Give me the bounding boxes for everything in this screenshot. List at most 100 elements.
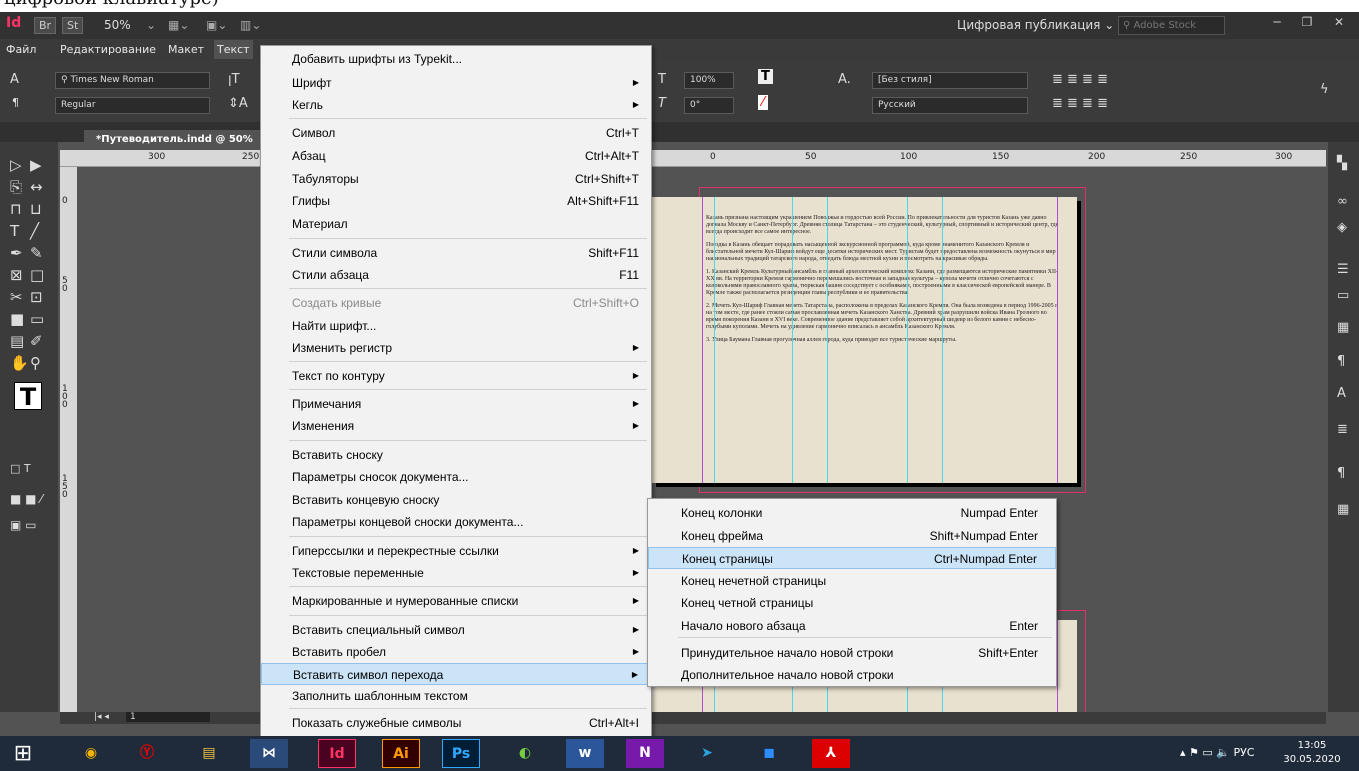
- bridge-button[interactable]: Br: [34, 17, 57, 34]
- paragraph-style-field[interactable]: [Без стиля]: [872, 72, 1028, 89]
- gradient-feather-tool-icon[interactable]: ▭: [30, 310, 44, 328]
- paragraph-mode-icon[interactable]: ¶: [12, 96, 19, 109]
- start-icon[interactable]: ⊞: [4, 739, 42, 768]
- arrange-documents-icon[interactable]: ▥⌄: [240, 18, 261, 32]
- submenu-item[interactable]: Конец фрейма Shift+Numpad Enter: [648, 525, 1056, 547]
- menu-item[interactable]: Абзац Ctrl+Alt+T: [261, 145, 651, 167]
- character-mode-icon[interactable]: A: [10, 72, 19, 87]
- menu-item[interactable]: Табуляторы Ctrl+Shift+T: [261, 168, 651, 190]
- menu-item[interactable]: Стили символа Shift+F11: [261, 242, 651, 264]
- photos-icon[interactable]: ◐: [506, 739, 544, 768]
- text-frame[interactable]: Казань признана настоящим украшением Пов…: [706, 215, 1061, 350]
- menu-item[interactable]: Параметры концевой сноски документа...: [261, 511, 651, 533]
- font-family-field[interactable]: ⚲ Times New Roman: [55, 72, 210, 89]
- menu-item[interactable]: Показать служебные символы Ctrl+Alt+I: [261, 712, 651, 734]
- close-icon[interactable]: ✕: [1324, 12, 1354, 32]
- menu-item[interactable]: Текст по контуру ▶: [261, 365, 651, 387]
- skew-field[interactable]: 0°: [684, 97, 734, 114]
- menu-item[interactable]: Вставить специальный символ ▶: [261, 619, 651, 641]
- note-tool-icon[interactable]: ▤: [10, 332, 24, 350]
- menu-item[interactable]: Текстовые переменные ▶: [261, 562, 651, 584]
- first-page-icon[interactable]: |◂ ◂: [94, 712, 109, 722]
- menu-edit[interactable]: Редактирование: [60, 43, 156, 56]
- menu-layout[interactable]: Макет: [168, 43, 204, 56]
- workspace-switcher[interactable]: Цифровая публикация ⌄: [957, 18, 1114, 32]
- content-collector-icon[interactable]: ⊓: [10, 200, 22, 218]
- horizontal-scrollbar[interactable]: |◂ ◂ 1: [60, 712, 1326, 724]
- submenu-item[interactable]: Конец колонки Numpad Enter: [648, 502, 1056, 524]
- text-wrap-icon[interactable]: ≣: [1337, 422, 1348, 437]
- stroke-none-icon[interactable]: ⁄: [758, 95, 769, 110]
- formatting-affects-icon[interactable]: □ T: [10, 462, 31, 475]
- photoshop-taskbar-icon[interactable]: Ps: [442, 739, 480, 768]
- screen-mode-icon[interactable]: ▣⌄: [206, 18, 227, 32]
- clock[interactable]: 13:05 30.05.2020: [1283, 739, 1341, 767]
- menu-item[interactable]: Вставить сноску: [261, 444, 651, 466]
- page-tool-icon[interactable]: ⎘: [10, 178, 22, 196]
- page-number-field[interactable]: 1: [126, 712, 210, 722]
- menu-item[interactable]: Кегль ▶: [261, 94, 651, 116]
- menu-type[interactable]: Текст: [214, 40, 253, 59]
- menu-item[interactable]: Найти шрифт...: [261, 315, 651, 337]
- menu-item[interactable]: Глифы Alt+Shift+F11: [261, 190, 651, 212]
- gradient-swatch-tool-icon[interactable]: ■: [10, 310, 24, 328]
- links-panel-icon[interactable]: ∞: [1337, 194, 1348, 209]
- chrome-icon[interactable]: ◉: [72, 739, 110, 768]
- content-placer-icon[interactable]: ⊔: [30, 200, 42, 218]
- menu-item[interactable]: Параметры сносок документа...: [261, 466, 651, 488]
- character-styles-icon[interactable]: A: [1337, 386, 1346, 401]
- acrobat-icon[interactable]: ⅄: [812, 739, 850, 768]
- onenote-taskbar-icon[interactable]: N: [626, 739, 664, 768]
- menu-item[interactable]: Символ Ctrl+T: [261, 122, 651, 144]
- align-buttons[interactable]: ≣ ≣ ≣ ≣: [1052, 72, 1108, 87]
- view-mode-icon[interactable]: ▣ ▭: [10, 518, 37, 532]
- stock-button[interactable]: St: [62, 17, 84, 34]
- layers-panel-icon[interactable]: ◈: [1337, 220, 1347, 235]
- minimize-icon[interactable]: ─: [1262, 12, 1292, 32]
- menu-item[interactable]: Шрифт ▶: [261, 72, 651, 94]
- pencil-tool-icon[interactable]: ✎: [30, 244, 43, 262]
- system-tray[interactable]: ▴ ⚑ ▭ 🔈 РУС: [1180, 746, 1255, 759]
- table-panel-icon[interactable]: ▦: [1337, 502, 1349, 517]
- color-panel-icon[interactable]: ▦: [1337, 320, 1349, 335]
- language-field[interactable]: Русский: [872, 97, 1028, 114]
- rectangle-frame-tool-icon[interactable]: ⊠: [10, 266, 23, 284]
- menu-item[interactable]: Вставить пробел ▶: [261, 641, 651, 663]
- chevron-down-icon[interactable]: ⌄: [146, 18, 156, 32]
- word-taskbar-icon[interactable]: w: [566, 739, 604, 768]
- vertical-scale-field[interactable]: 100%: [684, 72, 734, 89]
- free-transform-tool-icon[interactable]: ⊡: [30, 288, 43, 306]
- menu-item[interactable]: Гиперссылки и перекрестные ссылки ▶: [261, 540, 651, 562]
- stroke-panel-icon[interactable]: ☰: [1337, 262, 1349, 277]
- language-indicator[interactable]: РУС: [1233, 746, 1254, 759]
- paragraph-styles-icon[interactable]: ¶: [1337, 354, 1345, 369]
- document-tab[interactable]: *Путеводитель.indd @ 50% ×: [84, 130, 260, 165]
- menu-item[interactable]: Маркированные и нумерованные списки ▶: [261, 590, 651, 612]
- indesign-taskbar-icon[interactable]: Id: [318, 739, 356, 768]
- document-page[interactable]: Казань признана настоящим украшением Пов…: [652, 197, 1077, 483]
- submenu-item[interactable]: Конец нечетной страницы: [648, 570, 1056, 592]
- view-options-icon[interactable]: ▦⌄: [168, 18, 189, 32]
- selection-tool-icon[interactable]: ▷: [10, 156, 22, 174]
- menu-item[interactable]: Стили абзаца F11: [261, 264, 651, 286]
- submenu-item[interactable]: Дополнительное начало новой строки: [648, 664, 1056, 686]
- yandex-icon[interactable]: Ⓨ: [128, 739, 166, 768]
- pages-panel-icon[interactable]: ▚: [1337, 156, 1347, 171]
- hand-tool-icon[interactable]: ✋: [10, 354, 29, 372]
- zoom-level[interactable]: 50%: [104, 18, 131, 32]
- submenu-item[interactable]: Принудительное начало новой строки Shift+…: [648, 642, 1056, 664]
- line-tool-icon[interactable]: ╱: [30, 222, 39, 240]
- gap-tool-icon[interactable]: ↔: [30, 178, 43, 196]
- illustrator-taskbar-icon[interactable]: Ai: [382, 739, 420, 768]
- type-tool-icon[interactable]: T: [10, 222, 19, 240]
- rectangle-tool-icon[interactable]: □: [30, 266, 44, 284]
- menu-item[interactable]: Изменения ▶: [261, 415, 651, 437]
- explorer-icon[interactable]: ▤: [190, 739, 228, 768]
- maximize-icon[interactable]: ❐: [1292, 12, 1322, 32]
- adobe-stock-search[interactable]: ⚲ Adobe Stock: [1118, 16, 1225, 35]
- menu-item[interactable]: Примечания ▶: [261, 393, 651, 415]
- zoom-icon[interactable]: ◼: [750, 739, 788, 768]
- menu-item[interactable]: Материал: [261, 213, 651, 235]
- telegram-icon[interactable]: ➤: [688, 739, 726, 768]
- zoom-tool-icon[interactable]: ⚲: [30, 354, 41, 372]
